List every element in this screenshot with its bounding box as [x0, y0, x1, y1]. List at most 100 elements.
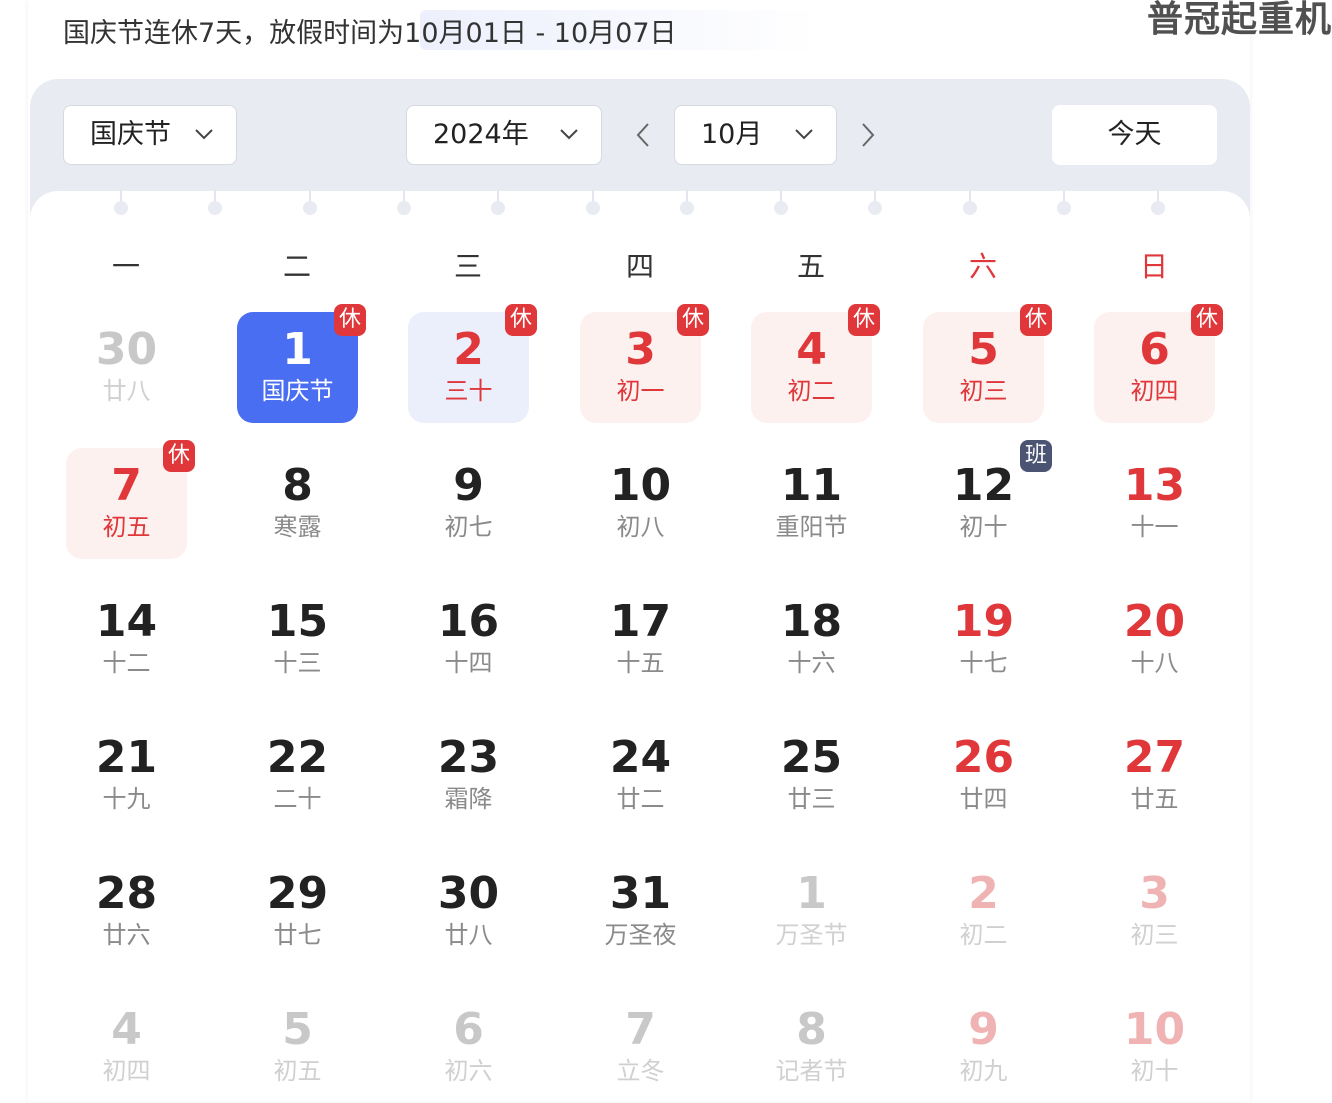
lunar-date: 廿六 [102, 921, 151, 949]
calendar-day-cell[interactable]: 20 十八 [1094, 584, 1215, 695]
lunar-date: 十一 [1130, 513, 1179, 541]
calendar-day-cell[interactable]: 10 初十 [1094, 992, 1215, 1103]
calendar-day-cell[interactable]: 13 十一 [1094, 448, 1215, 559]
calendar-day-cell[interactable]: 28 廿六 [66, 856, 187, 967]
day-number: 15 [266, 596, 329, 647]
calendar-day-cell[interactable]: 27 廿五 [1094, 720, 1215, 831]
calendar-day-cell[interactable]: 2 初二 [923, 856, 1044, 967]
calendar-day-cell[interactable]: 11 重阳节 [751, 448, 872, 559]
calendar-day-cell[interactable]: 8 记者节 [751, 992, 872, 1103]
day-number: 9 [968, 1004, 999, 1055]
day-number: 10 [1123, 1004, 1186, 1055]
lunar-date: 初三 [959, 377, 1008, 405]
calendar-day-cell[interactable]: 23 霜降 [408, 720, 529, 831]
calendar-day-cell[interactable]: 29 廿七 [237, 856, 358, 967]
day-number: 23 [437, 732, 500, 783]
rest-day-badge: 休 [334, 304, 366, 336]
lunar-date: 十六 [787, 649, 836, 677]
lunar-date: 初十 [1130, 1057, 1179, 1085]
binder-ring-dot [679, 201, 694, 215]
day-number: 29 [266, 868, 329, 919]
holiday-select[interactable]: 国庆节 [63, 105, 237, 165]
calendar-day-cell[interactable]: 30 廿八 [408, 856, 529, 967]
calendar-day-cell[interactable]: 19 十七 [923, 584, 1044, 695]
calendar-day-cell[interactable]: 4 初二休 [751, 304, 880, 423]
lunar-date: 初五 [273, 1057, 322, 1085]
day-number: 28 [95, 868, 158, 919]
day-number: 8 [796, 1004, 827, 1055]
calendar-day-cell[interactable]: 16 十四 [408, 584, 529, 695]
calendar-day-cell[interactable]: 4 初四 [66, 992, 187, 1103]
calendar-day-cell[interactable]: 15 十三 [237, 584, 358, 695]
lunar-date: 初一 [616, 377, 665, 405]
calendar-day-cell[interactable]: 26 廿四 [923, 720, 1044, 831]
day-number: 31 [609, 868, 672, 919]
lunar-date: 初九 [959, 1057, 1008, 1085]
day-number: 6 [453, 1004, 484, 1055]
calendar-day-cell[interactable]: 2 三十休 [408, 304, 537, 423]
month-select[interactable]: 10月 [674, 105, 837, 165]
today-button[interactable]: 今天 [1052, 105, 1217, 165]
calendar-day-cell[interactable]: 22 二十 [237, 720, 358, 831]
chevron-down-icon [795, 129, 813, 140]
calendar-day-cell[interactable]: 24 廿二 [580, 720, 701, 831]
calendar-day-cell[interactable]: 21 十九 [66, 720, 187, 831]
calendar-day-cell[interactable]: 12 初十班 [923, 440, 1052, 559]
rest-day-badge: 休 [163, 440, 195, 472]
day-number: 9 [453, 460, 484, 511]
calendar-day-cell[interactable]: 9 初九 [923, 992, 1044, 1103]
lunar-date: 十三 [273, 649, 322, 677]
day-number: 4 [111, 1004, 142, 1055]
year-select-value: 2024年 [433, 119, 529, 150]
lunar-date: 十七 [959, 649, 1008, 677]
day-number: 19 [952, 596, 1015, 647]
lunar-date: 初四 [102, 1057, 151, 1085]
next-month-icon[interactable] [857, 118, 879, 152]
day-number: 14 [95, 596, 158, 647]
lunar-date: 初十 [959, 513, 1008, 541]
calendar-day-cell[interactable]: 1 国庆节休 [237, 304, 366, 423]
calendar-day-cell[interactable]: 1 万圣节 [751, 856, 872, 967]
rest-day-badge: 休 [1020, 304, 1052, 336]
binder-ring-dot [114, 201, 128, 215]
weekday-label: 三 [453, 250, 482, 283]
calendar-day-cell[interactable]: 9 初七 [408, 448, 529, 559]
rest-day-badge: 休 [505, 304, 537, 336]
day-number: 22 [266, 732, 329, 783]
watermark-logo: 普冠起重机 [1146, 0, 1332, 40]
calendar-day-cell[interactable]: 7 初五休 [66, 440, 195, 559]
calendar-day-cell[interactable]: 30 廿八 [66, 312, 187, 423]
day-number: 13 [1123, 460, 1186, 511]
prev-month-icon[interactable] [632, 118, 654, 152]
lunar-date: 三十 [444, 377, 493, 405]
binder-ring-dot [302, 201, 317, 215]
calendar-day-cell[interactable]: 31 万圣夜 [580, 856, 701, 967]
day-number: 11 [780, 460, 843, 511]
lunar-date: 廿五 [1130, 785, 1179, 813]
lunar-date: 初四 [1130, 377, 1179, 405]
calendar-day-cell[interactable]: 25 廿三 [751, 720, 872, 831]
calendar-day-cell[interactable]: 18 十六 [751, 584, 872, 695]
day-number: 7 [625, 1004, 656, 1055]
calendar-day-cell[interactable]: 5 初五 [237, 992, 358, 1103]
calendar-day-cell[interactable]: 6 初四休 [1094, 304, 1223, 423]
calendar-day-cell[interactable]: 17 十五 [580, 584, 701, 695]
calendar-day-cell[interactable]: 6 初六 [408, 992, 529, 1103]
lunar-date: 初三 [1130, 921, 1179, 949]
lunar-date: 十九 [102, 785, 151, 813]
calendar-day-cell[interactable]: 3 初一休 [580, 304, 709, 423]
calendar-day-cell[interactable]: 14 十二 [66, 584, 187, 695]
calendar-day-cell[interactable]: 7 立冬 [580, 992, 701, 1103]
calendar-day-cell[interactable]: 5 初三休 [923, 304, 1052, 423]
year-select[interactable]: 2024年 [406, 105, 602, 165]
day-number: 30 [437, 868, 500, 919]
calendar-day-cell[interactable]: 3 初三 [1094, 856, 1215, 967]
day-number: 20 [1123, 596, 1186, 647]
lunar-date: 十二 [102, 649, 151, 677]
lunar-date: 立冬 [616, 1057, 665, 1085]
binder-ring-dot [962, 201, 977, 215]
day-number: 18 [780, 596, 843, 647]
calendar-day-cell[interactable]: 10 初八 [580, 448, 701, 559]
calendar-day-cell[interactable]: 8 寒露 [237, 448, 358, 559]
lunar-date: 初二 [787, 377, 836, 405]
